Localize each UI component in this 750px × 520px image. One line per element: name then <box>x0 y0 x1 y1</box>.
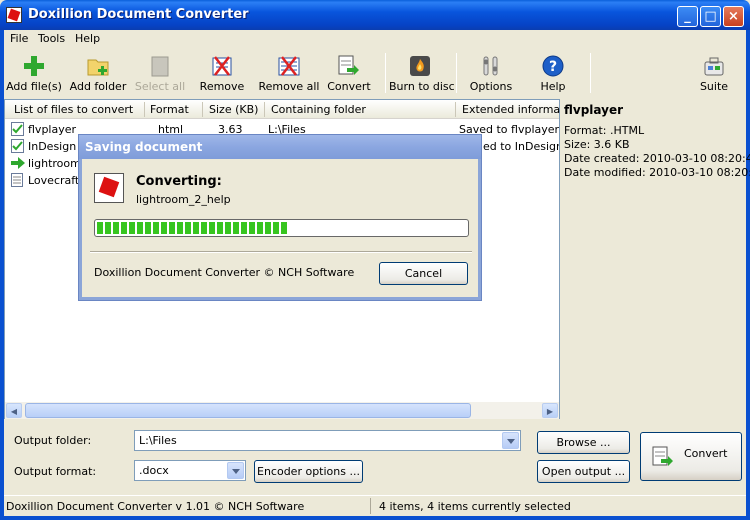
column-divider <box>144 102 145 117</box>
column-header-info[interactable]: Extended informatio <box>462 103 574 116</box>
chevron-down-icon[interactable] <box>227 462 244 479</box>
saving-dialog: Saving document Converting: lightroom_2_… <box>79 135 481 300</box>
info-format: Format: .HTML <box>564 124 645 137</box>
convert-button[interactable]: Convert <box>640 432 742 481</box>
convert-icon <box>652 446 673 466</box>
add-folder-icon <box>87 59 109 76</box>
convert-button-label: Convert <box>684 447 728 460</box>
output-format-value: .docx <box>139 464 169 477</box>
column-divider <box>455 102 456 117</box>
title-bar[interactable]: Doxillion Document Converter _ □ × <box>0 0 750 30</box>
window-title: Doxillion Document Converter <box>28 7 249 22</box>
suite-button[interactable]: Suite <box>692 49 736 97</box>
progress-fill <box>97 222 289 234</box>
remove-icon <box>212 56 232 76</box>
close-button[interactable]: × <box>723 6 744 27</box>
convert-icon <box>338 55 359 75</box>
cancel-button[interactable]: Cancel <box>379 262 468 285</box>
scroll-left-button[interactable]: ◀ <box>6 403 22 418</box>
toolbar-separator <box>590 53 591 93</box>
output-folder-label: Output folder: <box>14 434 92 447</box>
select-all-icon <box>151 56 169 77</box>
chevron-down-icon[interactable] <box>502 432 519 449</box>
window-frame-bottom <box>0 516 750 520</box>
window-frame-right <box>746 30 750 520</box>
remove-all-icon <box>278 56 300 76</box>
add-file-icon <box>24 56 44 76</box>
dialog-title: Saving document <box>85 140 203 154</box>
dialog-title-bar[interactable]: Saving document <box>79 135 481 159</box>
menu-tools[interactable]: Tools <box>38 32 65 45</box>
help-button[interactable]: ? Help <box>529 49 577 97</box>
check-icon <box>11 139 24 153</box>
options-button[interactable]: Options <box>466 49 516 97</box>
dialog-footer: Doxillion Document Converter © NCH Softw… <box>94 266 355 279</box>
encoder-options-button[interactable]: Encoder options ... <box>254 460 363 483</box>
remove-all-button[interactable]: Remove all <box>257 49 321 97</box>
output-format-select[interactable]: .docx <box>134 460 246 481</box>
minimize-button[interactable]: _ <box>677 6 698 27</box>
row-filename: Lovecraft - <box>28 174 82 187</box>
help-icon: ? <box>542 55 564 77</box>
info-size: Size: 3.6 KB <box>564 138 630 151</box>
status-left: Doxillion Document Converter v 1.01 © NC… <box>6 500 305 513</box>
app-icon[interactable] <box>6 7 22 23</box>
document-icon <box>11 173 23 190</box>
scroll-right-button[interactable]: ▶ <box>542 403 558 418</box>
row-filename: InDesign C <box>28 140 80 153</box>
select-all-button[interactable]: Select all <box>132 49 188 97</box>
add-files-button[interactable]: Add file(s) <box>4 49 64 97</box>
file-info-panel: flvplayer Format: .HTML Size: 3.6 KB Dat… <box>560 99 750 419</box>
toolbar: Add file(s) Add folder Select all Remove… <box>4 49 746 97</box>
check-icon <box>11 122 24 136</box>
column-header-folder[interactable]: Containing folder <box>271 103 366 116</box>
dialog-filename: lightroom_2_help <box>136 193 231 206</box>
menu-help[interactable]: Help <box>75 32 100 45</box>
column-divider <box>264 102 265 117</box>
converting-icon <box>94 173 124 203</box>
output-folder-combo[interactable]: L:\Files <box>134 430 521 451</box>
progress-bar <box>94 219 469 237</box>
options-icon <box>483 56 498 76</box>
status-right: 4 items, 4 items currently selected <box>379 500 571 513</box>
info-date-modified: Date modified: 2010-03-10 08:20:50 <box>564 166 750 179</box>
status-divider <box>370 498 371 514</box>
row-info: ed to InDesign C <box>483 140 559 153</box>
toolbar-separator <box>456 53 457 93</box>
arrow-icon <box>11 157 25 172</box>
status-bar: Doxillion Document Converter v 1.01 © NC… <box>4 495 746 516</box>
scroll-thumb[interactable] <box>25 403 471 418</box>
horizontal-scrollbar[interactable]: ◀ ▶ <box>5 402 559 419</box>
list-header: List of files to convert Format Size (KB… <box>5 100 574 119</box>
svg-text:?: ? <box>549 59 557 75</box>
output-folder-value: L:\Files <box>139 434 177 447</box>
remove-button[interactable]: Remove <box>192 49 252 97</box>
browse-button[interactable]: Browse ... <box>537 431 630 454</box>
add-folder-button[interactable]: Add folder <box>68 49 128 97</box>
column-header-size[interactable]: Size (KB) <box>209 103 258 116</box>
convert-toolbar-button[interactable]: Convert <box>324 49 374 97</box>
maximize-button[interactable]: □ <box>700 6 721 27</box>
suite-icon <box>704 57 724 76</box>
open-output-button[interactable]: Open output ... <box>537 460 630 483</box>
toolbar-separator <box>385 53 386 93</box>
column-header-format[interactable]: Format <box>150 103 189 116</box>
burn-disc-icon <box>410 56 430 76</box>
dialog-heading: Converting: <box>136 174 222 189</box>
output-format-label: Output format: <box>14 465 97 478</box>
column-header-file[interactable]: List of files to convert <box>14 103 133 116</box>
column-divider <box>202 102 203 117</box>
menu-bar: File Tools Help <box>0 30 750 49</box>
dialog-divider <box>90 251 472 253</box>
info-title: flvplayer <box>564 103 624 117</box>
burn-to-disc-button[interactable]: Burn to disc <box>389 49 455 97</box>
row-filename: lightroom_2 <box>28 157 82 170</box>
menu-file[interactable]: File <box>10 32 28 45</box>
info-date-created: Date created: 2010-03-10 08:20:48 <box>564 152 750 165</box>
